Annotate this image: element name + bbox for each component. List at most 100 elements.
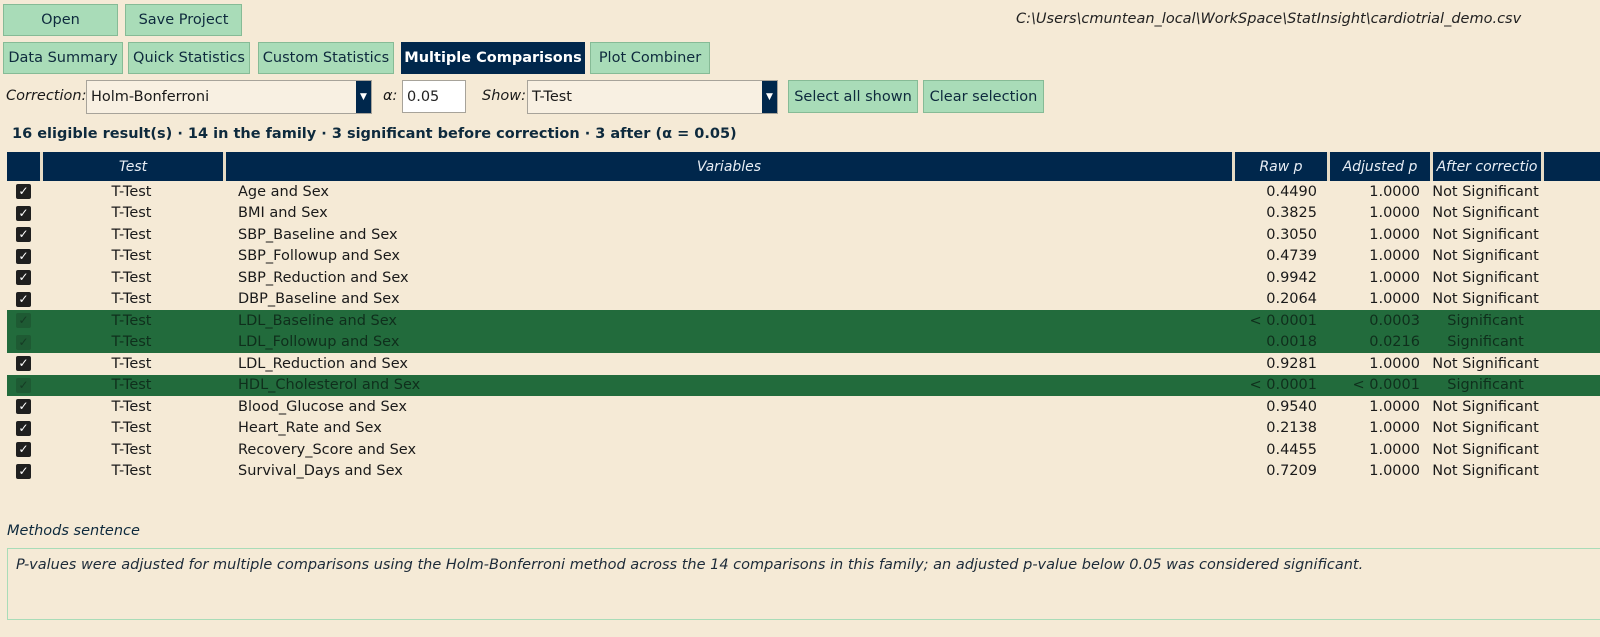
- correction-select[interactable]: Holm-Bonferroni ▼: [86, 80, 372, 114]
- column-header-adjusted-p[interactable]: Adjusted p: [1327, 152, 1430, 181]
- row-select-cell[interactable]: ✓: [7, 463, 40, 479]
- row-select-cell[interactable]: ✓: [7, 248, 40, 264]
- tab-quick-statistics[interactable]: Quick Statistics: [128, 42, 250, 74]
- table-row[interactable]: ✓ T-Test Heart_Rate and Sex 0.2138 1.0000 Not…: [7, 418, 1600, 440]
- checkbox-checked-icon[interactable]: ✓: [16, 184, 31, 200]
- chevron-down-icon[interactable]: ▼: [356, 81, 371, 113]
- row-variables: SBP_Followup and Sex: [238, 248, 400, 265]
- row-raw-p: 0.4490: [1266, 183, 1317, 200]
- table-body: ✓ T-Test Age and Sex 0.4490 1.0000 Not Signif…: [7, 181, 1600, 482]
- row-adjusted-p: 1.0000: [1369, 183, 1420, 200]
- row-select-cell[interactable]: ✓: [7, 184, 40, 200]
- table-row[interactable]: ✓ T-Test Blood_Glucose and Sex 0.9540 1.0000…: [7, 396, 1600, 418]
- row-raw-p: 0.7209: [1266, 463, 1317, 480]
- table-row[interactable]: ✓ T-Test Recovery_Score and Sex 0.4455 1.000…: [7, 439, 1600, 461]
- table-row[interactable]: ✓ T-Test BMI and Sex 0.3825 1.0000 Not Signif…: [7, 203, 1600, 225]
- row-variables: DBP_Baseline and Sex: [238, 291, 400, 308]
- column-header-select[interactable]: [7, 152, 40, 181]
- row-adjusted-p: 1.0000: [1369, 269, 1420, 286]
- column-header-after-correction[interactable]: After correctio: [1430, 152, 1541, 181]
- table-row[interactable]: ✓ T-Test Survival_Days and Sex 0.7209 1.0000…: [7, 461, 1600, 483]
- row-adjusted-p: 1.0000: [1369, 398, 1420, 415]
- checkbox-checked-icon[interactable]: ✓: [16, 420, 31, 436]
- row-result: Not Significant: [1432, 269, 1539, 286]
- row-select-cell[interactable]: ✓: [7, 205, 40, 221]
- table-row[interactable]: ✓ T-Test HDL_Cholesterol and Sex < 0.0001 < …: [7, 374, 1600, 396]
- row-adjusted-p: 1.0000: [1369, 463, 1420, 480]
- table-row[interactable]: ✓ T-Test SBP_Followup and Sex 0.4739 1.0000 N…: [7, 246, 1600, 268]
- checkbox-checked-icon[interactable]: ✓: [16, 270, 31, 286]
- tab-data-summary[interactable]: Data Summary: [3, 42, 123, 74]
- checkbox-checked-icon[interactable]: ✓: [16, 248, 31, 264]
- row-test: T-Test: [111, 334, 152, 351]
- checkbox-checked-icon[interactable]: ✓: [16, 399, 31, 415]
- row-select-cell[interactable]: ✓: [7, 334, 40, 350]
- alpha-input[interactable]: [402, 80, 466, 113]
- checkbox-checked-icon[interactable]: ✓: [16, 442, 31, 458]
- table-row[interactable]: ✓ T-Test LDL_Baseline and Sex < 0.0001 0.000…: [7, 310, 1600, 332]
- row-test: T-Test: [111, 463, 152, 480]
- row-variables: SBP_Baseline and Sex: [238, 226, 398, 243]
- row-variables: Recovery_Score and Sex: [238, 441, 417, 458]
- table-row[interactable]: ✓ T-Test LDL_Reduction and Sex 0.9281 1.0000…: [7, 353, 1600, 375]
- methods-label: Methods sentence: [7, 523, 140, 539]
- row-result: Not Significant: [1432, 205, 1539, 222]
- row-select-cell[interactable]: ✓: [7, 313, 40, 329]
- row-select-cell[interactable]: ✓: [7, 399, 40, 415]
- row-test: T-Test: [111, 248, 152, 265]
- row-raw-p: 0.3050: [1266, 226, 1317, 243]
- show-label: Show:: [482, 88, 527, 104]
- methods-sentence[interactable]: P-values were adjusted for multiple comp…: [7, 548, 1600, 620]
- row-test: T-Test: [111, 205, 152, 222]
- show-select[interactable]: T-Test ▼: [527, 80, 778, 114]
- row-result: Not Significant: [1432, 183, 1539, 200]
- table-row[interactable]: ✓ T-Test LDL_Followup and Sex 0.0018 0.0216 S…: [7, 331, 1600, 353]
- row-select-cell[interactable]: ✓: [7, 420, 40, 436]
- tab-multiple-comparisons[interactable]: Multiple Comparisons: [401, 42, 585, 74]
- checkbox-checked-icon[interactable]: ✓: [16, 205, 31, 221]
- row-adjusted-p: 1.0000: [1369, 205, 1420, 222]
- checkbox-checked-icon[interactable]: ✓: [16, 334, 31, 350]
- table-row[interactable]: ✓ T-Test DBP_Baseline and Sex 0.2064 1.0000 N…: [7, 289, 1600, 311]
- checkbox-checked-icon[interactable]: ✓: [16, 313, 31, 329]
- table-row[interactable]: ✓ T-Test SBP_Baseline and Sex 0.3050 1.0000 N…: [7, 224, 1600, 246]
- row-result: Not Significant: [1432, 441, 1539, 458]
- table-row[interactable]: ✓ T-Test SBP_Reduction and Sex 0.9942 1.0000…: [7, 267, 1600, 289]
- tab-custom-statistics[interactable]: Custom Statistics: [258, 42, 394, 74]
- tab-plot-combiner[interactable]: Plot Combiner: [590, 42, 710, 74]
- file-path: C:\Users\cmuntean_local\WorkSpace\StatIn…: [1016, 11, 1522, 27]
- row-test: T-Test: [111, 183, 152, 200]
- row-adjusted-p: 0.0003: [1369, 312, 1420, 329]
- row-select-cell[interactable]: ✓: [7, 442, 40, 458]
- row-result: Not Significant: [1432, 248, 1539, 265]
- checkbox-checked-icon[interactable]: ✓: [16, 463, 31, 479]
- row-select-cell[interactable]: ✓: [7, 377, 40, 393]
- column-header-test[interactable]: Test: [40, 152, 223, 181]
- row-test: T-Test: [111, 355, 152, 372]
- row-test: T-Test: [111, 441, 152, 458]
- save-project-button[interactable]: Save Project: [125, 4, 242, 36]
- checkbox-checked-icon[interactable]: ✓: [16, 291, 31, 307]
- table-row[interactable]: ✓ T-Test Age and Sex 0.4490 1.0000 Not Signif…: [7, 181, 1600, 203]
- checkbox-checked-icon[interactable]: ✓: [16, 227, 31, 243]
- checkbox-checked-icon[interactable]: ✓: [16, 377, 31, 393]
- row-test: T-Test: [111, 291, 152, 308]
- row-select-cell[interactable]: ✓: [7, 291, 40, 307]
- select-all-shown-button[interactable]: Select all shown: [788, 80, 918, 113]
- row-variables: SBP_Reduction and Sex: [238, 269, 409, 286]
- column-header-variables[interactable]: Variables: [223, 152, 1232, 181]
- row-result: Not Significant: [1432, 420, 1539, 437]
- chevron-down-icon[interactable]: ▼: [762, 81, 777, 113]
- row-result: Significant: [1447, 377, 1524, 394]
- row-select-cell[interactable]: ✓: [7, 356, 40, 372]
- clear-selection-button[interactable]: Clear selection: [923, 80, 1044, 113]
- open-button[interactable]: Open: [3, 4, 118, 36]
- row-adjusted-p: 1.0000: [1369, 441, 1420, 458]
- row-select-cell[interactable]: ✓: [7, 270, 40, 286]
- row-select-cell[interactable]: ✓: [7, 227, 40, 243]
- column-header-raw-p[interactable]: Raw p: [1232, 152, 1327, 181]
- checkbox-checked-icon[interactable]: ✓: [16, 356, 31, 372]
- show-value: T-Test: [532, 89, 572, 105]
- row-result: Significant: [1447, 312, 1524, 329]
- correction-value: Holm-Bonferroni: [91, 89, 210, 105]
